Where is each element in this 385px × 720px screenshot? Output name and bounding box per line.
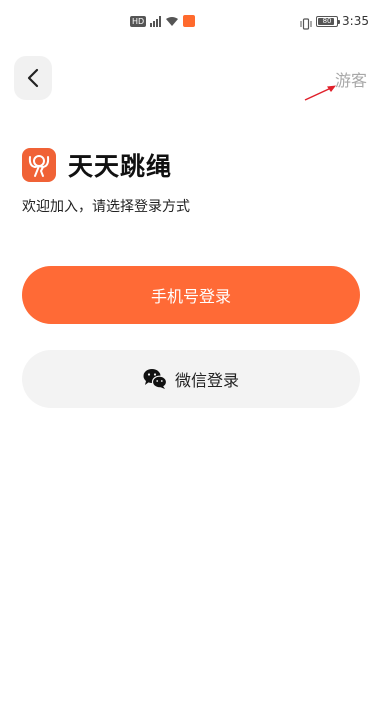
notification-icon xyxy=(183,15,196,27)
brand-header: 天天跳绳 xyxy=(22,147,172,183)
phone-login-label: 手机号登录 xyxy=(150,287,231,306)
annotation-arrow-icon xyxy=(304,85,336,101)
hd-badge: HD xyxy=(130,15,147,27)
status-right: 80 3:35 xyxy=(300,14,369,30)
status-icons: HD xyxy=(130,15,196,27)
wechat-login-button[interactable]: 微信登录 xyxy=(22,350,360,408)
welcome-subtitle: 欢迎加入，请选择登录方式 xyxy=(22,199,190,215)
back-button[interactable] xyxy=(14,56,52,100)
app-logo xyxy=(22,148,56,182)
vibrate-icon xyxy=(300,15,312,30)
app-name: 天天跳绳 xyxy=(68,152,173,181)
battery-level: 80 xyxy=(322,16,332,25)
wechat-icon xyxy=(143,369,167,389)
signal-icon xyxy=(150,15,162,27)
wifi-icon xyxy=(165,16,179,27)
wechat-login-label: 微信登录 xyxy=(174,371,239,390)
phone-login-button[interactable]: 手机号登录 xyxy=(22,266,360,324)
battery-icon: 80 xyxy=(316,15,341,27)
guest-link[interactable]: 游客 xyxy=(335,67,367,91)
status-bar: HD 80 3:35 xyxy=(0,0,385,42)
clock: 3:35 xyxy=(342,14,369,28)
chevron-left-icon xyxy=(27,68,39,88)
jump-rope-person-icon xyxy=(28,155,50,177)
